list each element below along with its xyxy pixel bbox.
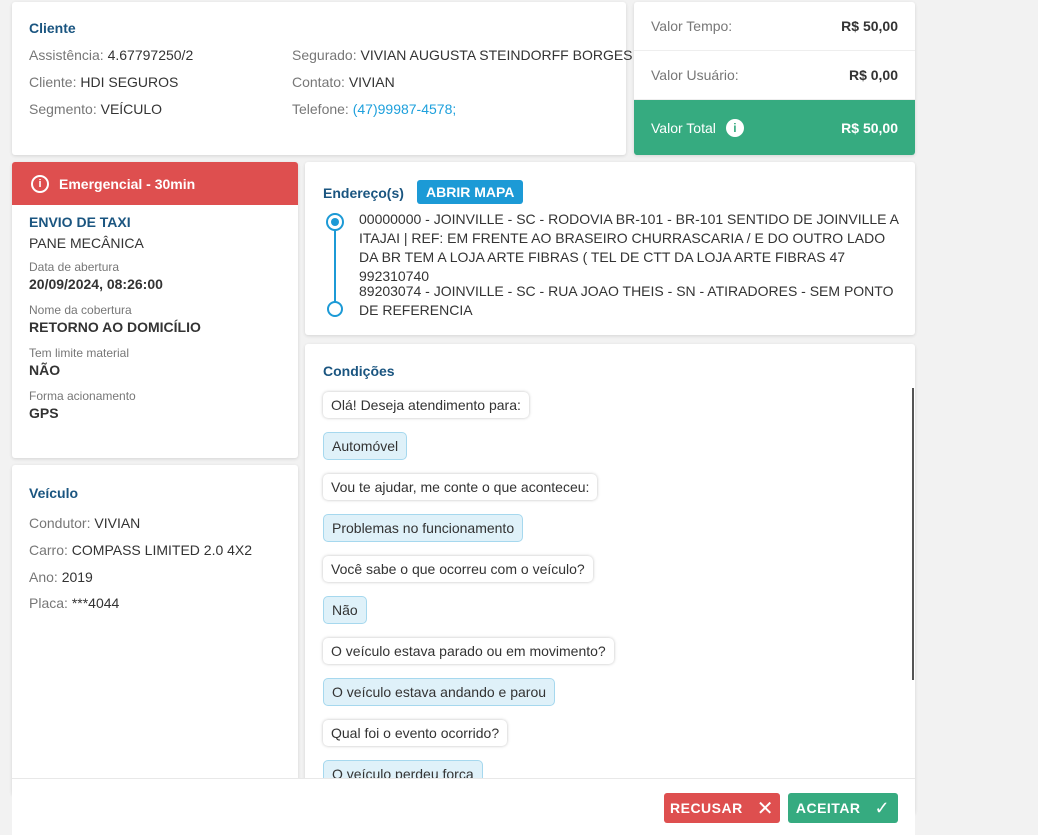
field-segurado: Segurado: VIVIAN AUGUSTA STEINDORFF BORG… — [292, 47, 633, 63]
question-bubble: O veículo estava parado ou em movimento? — [323, 638, 614, 664]
valores-card: Valor Tempo: R$ 50,00 Valor Usuário: R$ 0,… — [634, 2, 915, 155]
address-marker-icon — [327, 301, 343, 317]
field-placa: Placa: ***4044 — [29, 595, 120, 611]
scrollbar[interactable] — [912, 388, 914, 680]
field-contato: Contato: VIVIAN — [292, 74, 395, 90]
cliente-card: Cliente Assistência: 4.67797250/2 Client… — [12, 2, 633, 155]
timeline-line — [334, 228, 336, 308]
priority-banner: i Emergencial - 30min — [12, 162, 298, 205]
veiculo-card: Veículo Condutor: VIVIAN Carro: COMPASS … — [12, 465, 298, 795]
address-item: 00000000 - JOINVILLE - SC - RODOVIA BR-1… — [359, 211, 899, 284]
field-ano: Ano: 2019 — [29, 569, 93, 585]
abrir-mapa-button[interactable]: ABRIR MAPA — [417, 180, 524, 204]
field-condutor: Condutor: VIVIAN — [29, 515, 141, 531]
valor-total: Valor Total i R$ 50,00 — [634, 100, 915, 155]
field-carro: Carro: COMPASS LIMITED 2.0 4X2 — [29, 542, 253, 558]
aceitar-button[interactable]: ACEITAR ✓ — [788, 793, 898, 823]
footer-bar: RECUSAR ✕ ACEITAR ✓ — [12, 778, 915, 835]
answer-bubble: Automóvel — [323, 432, 408, 460]
close-icon: ✕ — [756, 797, 774, 820]
servico-problem: PANE MECÂNICA — [29, 235, 144, 251]
servico-card: i Emergencial - 30min ENVIO DE TAXI PANE… — [12, 162, 298, 458]
answer-bubble: Problemas no funcionamento — [323, 514, 524, 542]
field-cliente: Cliente: HDI SEGUROS — [29, 74, 179, 90]
alert-icon: i — [31, 174, 49, 193]
field-assistencia: Assistência: 4.67797250/2 — [29, 47, 194, 63]
question-bubble: Vou te ajudar, me conte o que aconteceu: — [323, 474, 598, 500]
cliente-title: Cliente — [29, 20, 76, 36]
valor-usuario: Valor Usuário: R$ 0,00 — [634, 51, 915, 100]
question-bubble: Você sabe o que ocorreu com o veículo? — [323, 556, 593, 582]
answer-bubble: O veículo estava andando e parou — [323, 678, 556, 706]
limite-material: NÃO — [29, 362, 61, 378]
field-telefone: Telefone: (47)99987-4578; — [292, 101, 457, 117]
question-bubble: Olá! Deseja atendimento para: — [323, 392, 529, 418]
nome-cobertura: RETORNO AO DOMICÍLIO — [29, 319, 201, 335]
answer-bubble: Não — [323, 596, 367, 624]
enderecos-card: Endereço(s) ABRIR MAPA 00000000 - JOINVI… — [305, 162, 915, 335]
telefone-link[interactable]: (47)99987-4578; — [353, 101, 457, 117]
address-marker-active-icon — [326, 213, 344, 231]
condicoes-card: Condições Olá! Deseja atendimento para: A… — [305, 344, 915, 814]
field-segmento: Segmento: VEÍCULO — [29, 101, 163, 117]
forma-acionamento: GPS — [29, 405, 59, 421]
chat-list: Olá! Deseja atendimento para: Automóvel Vo… — [323, 392, 883, 802]
valor-tempo: Valor Tempo: R$ 50,00 — [634, 2, 915, 51]
address-item: 89203074 - JOINVILLE - SC - RUA JOAO THE… — [359, 283, 894, 318]
recusar-button[interactable]: RECUSAR ✕ — [664, 793, 780, 823]
question-bubble: Qual foi o evento ocorrido? — [323, 720, 508, 746]
servico-type: ENVIO DE TAXI — [29, 214, 131, 230]
data-abertura: 20/09/2024, 08:26:00 — [29, 276, 163, 292]
check-icon: ✓ — [874, 797, 891, 818]
info-icon[interactable]: i — [725, 118, 744, 137]
